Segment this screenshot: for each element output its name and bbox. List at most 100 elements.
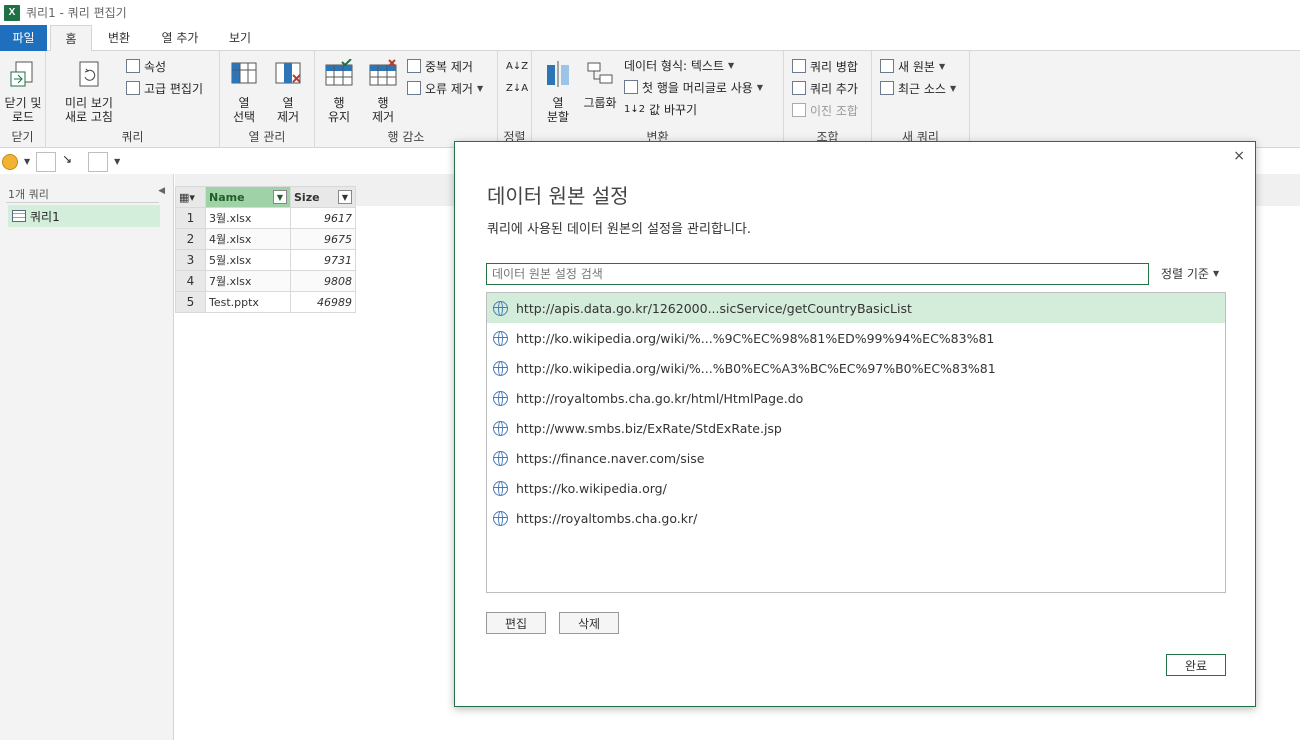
combine-binaries-label: 이진 조합 <box>810 103 858 118</box>
keep-rows-button[interactable]: 행 유지 <box>321 58 357 124</box>
ribbon-group-reduce-rows: 행 유지 행 제거 중복 제거 오류 제거 ▼ 행 감소 <box>315 51 498 148</box>
recent-sources-button[interactable]: 최근 소스 ▼ <box>880 79 956 97</box>
replace-values-button[interactable]: 1↓2 값 바꾸기 <box>624 100 697 118</box>
advanced-editor-icon <box>126 81 140 95</box>
list-item[interactable]: http://www.smbs.biz/ExRate/StdExRate.jsp <box>487 413 1225 443</box>
edit-button[interactable]: 편집 <box>486 612 546 634</box>
cell-size[interactable]: 9617 <box>290 207 356 229</box>
chevron-down-icon: ▼ <box>949 83 957 93</box>
properties-label: 속성 <box>144 59 167 74</box>
tab-home[interactable]: 홈 <box>50 25 92 52</box>
refresh-preview-button[interactable]: 미리 보기 새로 고침 <box>54 59 124 124</box>
tab-transform[interactable]: 변환 <box>98 25 140 51</box>
remove-columns-button[interactable]: 열 제거 <box>268 59 308 124</box>
done-button[interactable]: 완료 <box>1166 654 1226 676</box>
sort-ascending-button[interactable]: A↓Z <box>506 57 528 75</box>
source-url: http://apis.data.go.kr/1262000...sicServ… <box>516 300 912 316</box>
title-bar: X 쿼리1 - 쿼리 편집기 <box>0 0 1300 25</box>
remove-duplicates-button[interactable]: 중복 제거 <box>407 57 473 75</box>
advanced-editor-label: 고급 편집기 <box>144 81 204 96</box>
list-item[interactable]: http://apis.data.go.kr/1262000...sicServ… <box>487 293 1225 323</box>
list-item[interactable]: http://ko.wikipedia.org/wiki/%...%B0%EC%… <box>487 353 1225 383</box>
globe-icon <box>493 330 508 346</box>
customize-dropdown-icon[interactable]: ▼ <box>114 157 120 166</box>
data-type-dropdown[interactable]: 데이터 형식: 텍스트 ▼ <box>624 56 734 74</box>
split-column-button[interactable]: 열 분할 <box>538 59 578 124</box>
cell-name[interactable]: 4월.xlsx <box>205 228 291 250</box>
cell-size[interactable]: 46989 <box>290 291 356 313</box>
table-menu-icon[interactable]: ▦▾ <box>175 186 206 208</box>
group-by-button[interactable]: 그룹화 <box>580 59 620 110</box>
window-title: 쿼리1 - 쿼리 편집기 <box>26 6 127 20</box>
refresh-preview-label: 미리 보기 새로 고침 <box>65 96 113 124</box>
close-and-load-button[interactable]: 닫기 및 로드 <box>2 59 44 124</box>
source-url: http://royaltombs.cha.go.kr/html/HtmlPag… <box>516 390 804 406</box>
column-header-size[interactable]: Size ▼ <box>290 186 356 208</box>
query-item-label: 쿼리1 <box>30 209 60 224</box>
advanced-editor-button[interactable]: 고급 편집기 <box>126 79 203 97</box>
list-item[interactable]: https://royaltombs.cha.go.kr/ <box>487 503 1225 533</box>
blank-box[interactable] <box>36 151 57 172</box>
close-icon[interactable]: × <box>1233 148 1245 164</box>
collapse-pane-icon[interactable]: ◀ <box>158 186 165 196</box>
column-header-name[interactable]: Name ▼ <box>205 186 291 208</box>
cell-name[interactable]: 3월.xlsx <box>205 207 291 229</box>
new-source-label: 새 원본 <box>898 59 935 74</box>
remove-columns-label: 열 제거 <box>276 96 300 124</box>
excel-logo-icon: X <box>4 4 20 21</box>
list-item[interactable]: https://ko.wikipedia.org/ <box>487 473 1225 503</box>
source-url: https://finance.naver.com/sise <box>516 450 705 466</box>
cell-size[interactable]: 9731 <box>290 249 356 271</box>
table-row: 5 Test.pptx 46989 <box>175 291 356 313</box>
globe-icon <box>493 510 508 526</box>
chevron-down-icon: ▼ <box>476 83 484 93</box>
chevron-down-icon: ▼ <box>756 82 763 92</box>
tab-view[interactable]: 보기 <box>220 25 260 51</box>
table-insert-icon[interactable] <box>88 151 109 172</box>
column-name-label: Name <box>209 190 245 204</box>
globe-icon <box>493 300 508 316</box>
sort-descending-button[interactable]: Z↓A <box>506 79 528 97</box>
ribbon-group-close: 닫기 및 로드 닫기 <box>0 51 46 148</box>
cell-name[interactable]: Test.pptx <box>205 291 291 313</box>
filter-dropdown-icon[interactable]: ▼ <box>273 190 287 204</box>
sort-by-dropdown[interactable]: 정렬 기준 ▼ <box>1161 265 1219 282</box>
query-item[interactable]: 쿼리1 <box>8 205 160 227</box>
tab-file[interactable]: 파일 <box>0 25 47 51</box>
ribbon-group-new-query: 새 원본 ▼ 최근 소스 ▼ 새 쿼리 <box>872 51 970 148</box>
cell-size[interactable]: 9675 <box>290 228 356 250</box>
cell-name[interactable]: 7월.xlsx <box>205 270 291 292</box>
globe-icon <box>493 360 508 376</box>
append-queries-button[interactable]: 쿼리 추가 <box>792 79 858 97</box>
remove-duplicates-icon <box>407 59 421 73</box>
cell-size[interactable]: 9808 <box>290 270 356 292</box>
tab-add-column[interactable]: 열 추가 <box>150 25 210 51</box>
remove-errors-icon <box>407 81 421 95</box>
first-row-as-header-button[interactable]: 첫 행을 머리글로 사용 ▼ <box>624 78 763 96</box>
filter-dropdown-icon[interactable]: ▼ <box>338 190 352 204</box>
delete-button[interactable]: 삭제 <box>559 612 619 634</box>
list-item[interactable]: http://ko.wikipedia.org/wiki/%...%9C%EC%… <box>487 323 1225 353</box>
data-source-list: http://apis.data.go.kr/1262000...sicServ… <box>486 292 1226 593</box>
properties-button[interactable]: 속성 <box>126 57 166 75</box>
list-item[interactable]: http://royaltombs.cha.go.kr/html/HtmlPag… <box>487 383 1225 413</box>
new-source-button[interactable]: 새 원본 ▼ <box>880 57 945 75</box>
search-input[interactable] <box>486 263 1149 285</box>
combine-binaries-button[interactable]: 이진 조합 <box>792 101 858 119</box>
sort-descending-icon: Z↓A <box>506 82 529 94</box>
merge-queries-button[interactable]: 쿼리 병합 <box>792 57 858 75</box>
cell-name[interactable]: 5월.xlsx <box>205 249 291 271</box>
dialog-description: 쿼리에 사용된 데이터 원본의 설정을 관리합니다. <box>487 222 751 237</box>
row-number: 5 <box>175 291 206 313</box>
globe-icon <box>493 480 508 496</box>
remove-rows-button[interactable]: 행 제거 <box>363 59 403 124</box>
replace-values-label: 값 바꾸기 <box>649 102 698 117</box>
choose-columns-label: 열 선택 <box>232 96 256 124</box>
pointer-icon[interactable]: ↘ <box>62 151 83 172</box>
list-item[interactable]: https://finance.naver.com/sise <box>487 443 1225 473</box>
choose-columns-button[interactable]: 열 선택 <box>226 59 262 124</box>
remove-errors-button[interactable]: 오류 제거 ▼ <box>407 79 483 97</box>
source-url: http://ko.wikipedia.org/wiki/%...%9C%EC%… <box>516 330 995 346</box>
smiley-feedback-icon[interactable] <box>2 153 18 170</box>
chevron-down-icon[interactable]: ▼ <box>24 157 30 166</box>
